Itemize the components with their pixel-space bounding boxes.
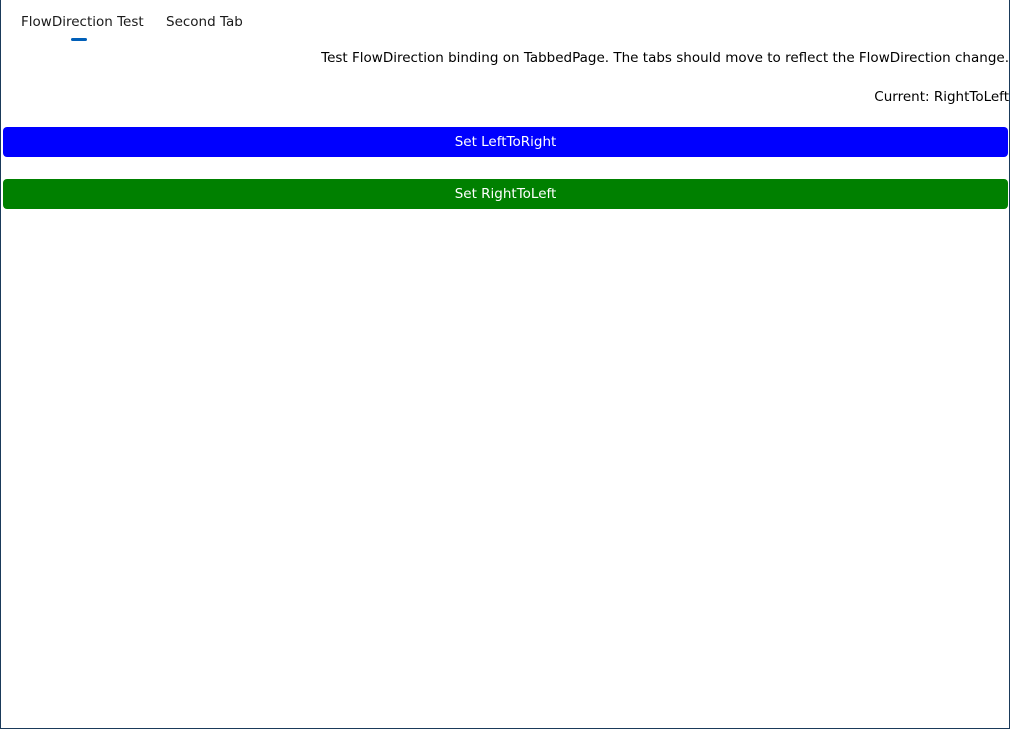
current-direction-label: Current: RightToLeft	[874, 89, 1009, 105]
set-left-to-right-button[interactable]: Set LeftToRight	[3, 127, 1008, 157]
description-label: Test FlowDirection binding on TabbedPage…	[321, 50, 1009, 66]
tab-bar: FlowDirection Test Second Tab	[1, 0, 1009, 46]
selected-tab-indicator	[71, 38, 87, 41]
tab-second-tab[interactable]: Second Tab	[166, 14, 243, 42]
app-window: FlowDirection Test Second Tab Test FlowD…	[0, 0, 1010, 729]
set-right-to-left-button[interactable]: Set RightToLeft	[3, 179, 1008, 209]
